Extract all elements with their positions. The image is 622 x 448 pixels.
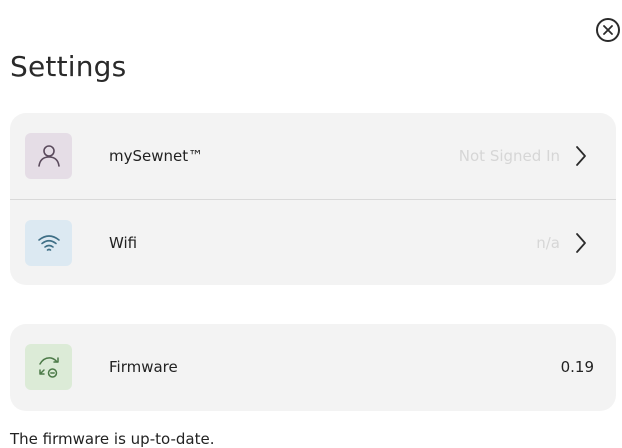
mysewnet-label: mySewnet™ [109, 147, 204, 165]
account-network-card: mySewnet™ Not Signed In Wifi n/a [10, 113, 616, 285]
firmware-version: 0.19 [560, 358, 594, 376]
firmware-status-message: The firmware is up-to-date. [10, 430, 215, 448]
wifi-status: n/a [536, 234, 560, 252]
user-icon [37, 145, 60, 167]
mysewnet-row[interactable]: mySewnet™ Not Signed In [10, 113, 616, 200]
mysewnet-status: Not Signed In [458, 147, 560, 165]
firmware-update-icon [38, 357, 59, 378]
wifi-row[interactable]: Wifi n/a [10, 200, 616, 285]
firmware-tile [25, 344, 72, 390]
wifi-label: Wifi [109, 234, 138, 252]
firmware-card: Firmware 0.19 [10, 324, 616, 411]
firmware-row[interactable]: Firmware 0.19 [10, 324, 616, 410]
page-title: Settings [10, 50, 127, 83]
chevron-right-icon [576, 146, 586, 166]
firmware-label: Firmware [109, 358, 178, 376]
close-icon [603, 25, 613, 35]
chevron-right-icon [576, 233, 586, 253]
wifi-tile [25, 220, 72, 266]
user-tile [25, 133, 72, 179]
close-button[interactable] [596, 18, 620, 42]
wifi-icon [37, 235, 60, 251]
